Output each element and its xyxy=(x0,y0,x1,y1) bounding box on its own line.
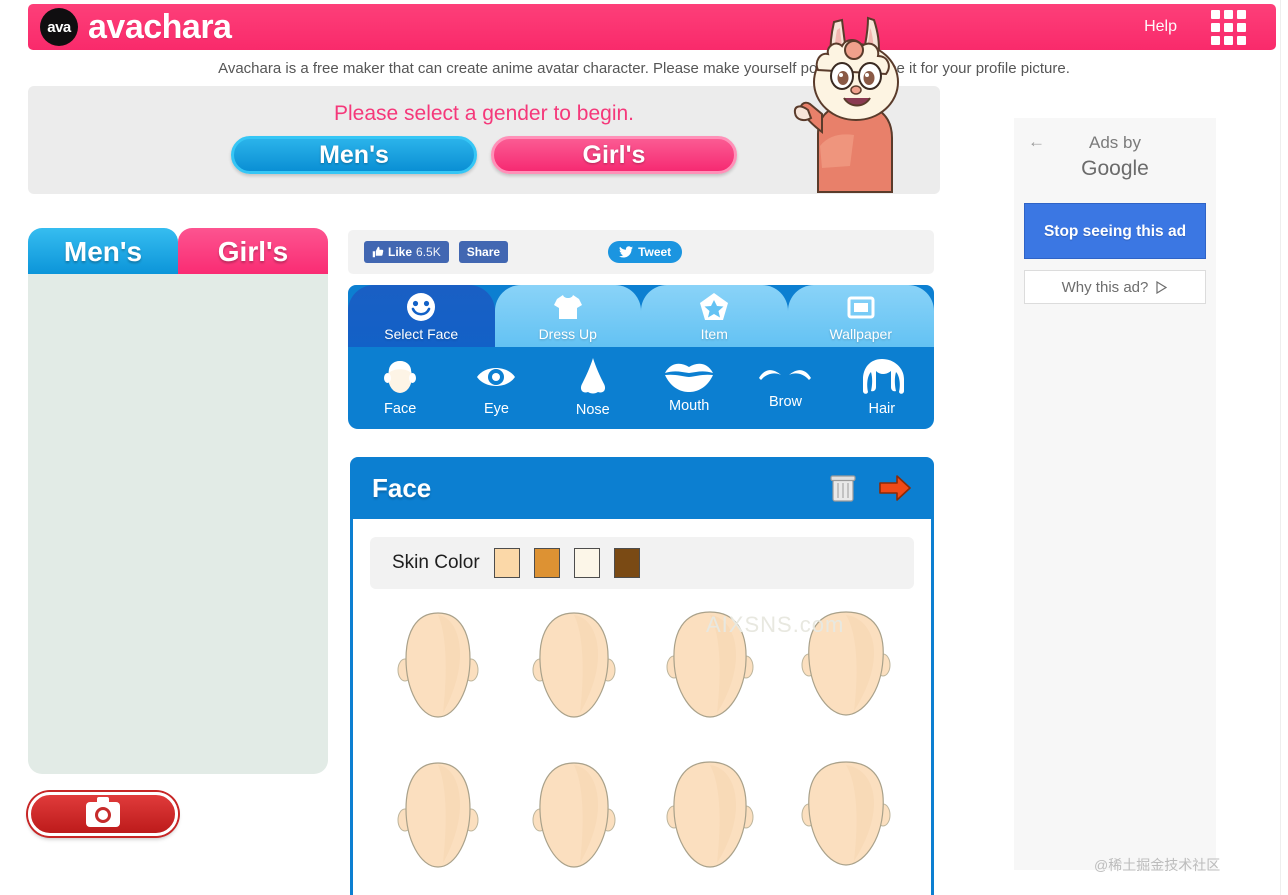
skin-color-label: Skin Color xyxy=(392,552,480,573)
header-actions: Help xyxy=(1144,9,1246,45)
page-scrollbar[interactable] xyxy=(1280,0,1288,895)
avatar-preview-canvas[interactable] xyxy=(28,274,328,774)
facebook-like-button[interactable]: Like 6.5K xyxy=(364,241,449,263)
subtab-mouth-label: Mouth xyxy=(668,398,710,414)
face-round-icon xyxy=(666,761,754,868)
face-oval-icon xyxy=(532,612,616,718)
face-round-icon xyxy=(801,611,891,716)
subtab-mouth[interactable]: Mouth xyxy=(641,347,737,427)
orange-right-arrow-icon[interactable] xyxy=(878,474,912,502)
site-header: ava avachara Help xyxy=(28,4,1276,50)
subtab-face[interactable]: Face xyxy=(352,347,448,427)
social-share-bar: Like 6.5K Share Tweet xyxy=(348,230,934,274)
app-page: ava avachara Help Avachara is a free mak… xyxy=(0,0,1288,895)
tab-item-label: Item xyxy=(700,326,728,342)
subtab-face-label: Face xyxy=(384,401,417,417)
head-outline-icon xyxy=(384,361,417,393)
trash-icon[interactable] xyxy=(830,473,856,503)
skin-swatch-3[interactable] xyxy=(573,548,600,578)
subtab-hair-label: Hair xyxy=(868,401,896,417)
hair-icon xyxy=(862,359,904,394)
subtab-hair[interactable]: Hair xyxy=(834,347,930,427)
face-shape-grid xyxy=(370,603,914,879)
sidebar-gender-tabs: Men's Girl's xyxy=(28,228,328,276)
skin-color-swatches xyxy=(493,548,640,578)
skin-color-row: Skin Color xyxy=(370,537,914,589)
why-this-ad-button[interactable]: Why this ad? xyxy=(1024,270,1206,305)
gender-button-mens[interactable]: Men's xyxy=(231,136,477,174)
secondary-tab-row: Face Eye Nose Mouth Brow Hair xyxy=(348,347,934,427)
eye-icon xyxy=(477,368,516,386)
grid-menu-icon[interactable] xyxy=(1211,9,1246,45)
site-description: Avachara is a free maker that can create… xyxy=(218,60,1070,77)
face-option[interactable] xyxy=(383,603,493,729)
face-round-icon xyxy=(801,761,891,866)
why-this-ad-label: Why this ad? xyxy=(1061,278,1149,296)
tshirt-icon xyxy=(553,295,582,319)
face-oval-icon xyxy=(532,762,616,868)
skin-swatch-4[interactable] xyxy=(613,548,640,578)
square-frame-icon xyxy=(847,296,875,319)
star-icon xyxy=(700,293,729,320)
facebook-like-label: Like xyxy=(388,245,413,259)
subtab-eye[interactable]: Eye xyxy=(448,347,544,427)
ads-provider-text: Google xyxy=(1081,156,1149,180)
primary-tab-row: Select Face Dress Up Item Wallpaper xyxy=(348,285,934,347)
gender-button-girls[interactable]: Girl's xyxy=(491,136,737,174)
tab-wallpaper[interactable]: Wallpaper xyxy=(787,285,934,347)
subtab-eye-label: Eye xyxy=(483,401,509,417)
tab-select-face-label: Select Face xyxy=(384,326,459,342)
editor-tab-bar: Select Face Dress Up Item Wallpaper Face… xyxy=(348,285,934,429)
logo[interactable]: ava avachara xyxy=(40,8,232,46)
facebook-like-count: 6.5K xyxy=(416,245,441,259)
google-ads-panel: ← Ads by Google Stop seeing this ad Why … xyxy=(1014,118,1216,870)
face-round-icon xyxy=(666,611,754,718)
face-panel-header: Face xyxy=(350,457,934,519)
face-option[interactable] xyxy=(519,753,629,879)
face-panel-title: Face xyxy=(372,472,432,503)
subtab-brow[interactable]: Brow xyxy=(737,347,833,427)
sidebar-tab-girls[interactable]: Girl's xyxy=(178,228,328,276)
twitter-tweet-button[interactable]: Tweet xyxy=(608,241,683,263)
camera-icon xyxy=(86,796,120,827)
save-snapshot-button[interactable] xyxy=(28,792,178,836)
face-oval-icon xyxy=(397,612,479,718)
help-link[interactable]: Help xyxy=(1144,18,1177,36)
ads-by-text: Ads by xyxy=(1089,133,1141,152)
nose-icon xyxy=(580,358,605,394)
smiley-face-icon xyxy=(407,293,436,321)
play-triangle-icon xyxy=(1156,280,1168,294)
skin-swatch-2[interactable] xyxy=(533,548,560,578)
skin-swatch-1[interactable] xyxy=(493,548,520,578)
face-option[interactable] xyxy=(519,603,629,729)
twitter-bird-icon xyxy=(619,246,634,258)
face-oval-icon xyxy=(397,762,479,868)
tab-dress-up[interactable]: Dress Up xyxy=(494,285,641,347)
twitter-tweet-label: Tweet xyxy=(638,245,672,259)
face-option[interactable] xyxy=(791,753,901,879)
back-arrow-icon[interactable]: ← xyxy=(1028,132,1045,152)
subtab-nose-label: Nose xyxy=(575,402,610,418)
logo-text: avachara xyxy=(88,8,232,46)
face-option[interactable] xyxy=(655,603,765,729)
rabbit-mascot-icon xyxy=(793,16,899,193)
eyebrow-icon xyxy=(759,370,812,380)
face-options-panel: Face Skin Color xyxy=(350,457,934,895)
subtab-brow-label: Brow xyxy=(768,394,802,410)
facebook-share-button[interactable]: Share xyxy=(458,241,509,263)
face-panel-actions xyxy=(830,473,912,503)
logo-badge-icon: ava xyxy=(40,8,78,46)
face-option[interactable] xyxy=(383,753,493,879)
tab-item[interactable]: Item xyxy=(641,285,788,347)
face-option[interactable] xyxy=(655,753,765,879)
stop-seeing-ad-button[interactable]: Stop seeing this ad xyxy=(1024,203,1206,260)
face-option[interactable] xyxy=(791,603,901,729)
tab-dress-up-label: Dress Up xyxy=(538,326,597,342)
mouth-lips-icon xyxy=(665,363,714,392)
sidebar-tab-mens[interactable]: Men's xyxy=(28,228,178,276)
tab-wallpaper-label: Wallpaper xyxy=(829,326,892,342)
tab-select-face[interactable]: Select Face xyxy=(348,285,495,347)
thumbs-up-icon xyxy=(372,246,384,258)
subtab-nose[interactable]: Nose xyxy=(545,347,641,427)
